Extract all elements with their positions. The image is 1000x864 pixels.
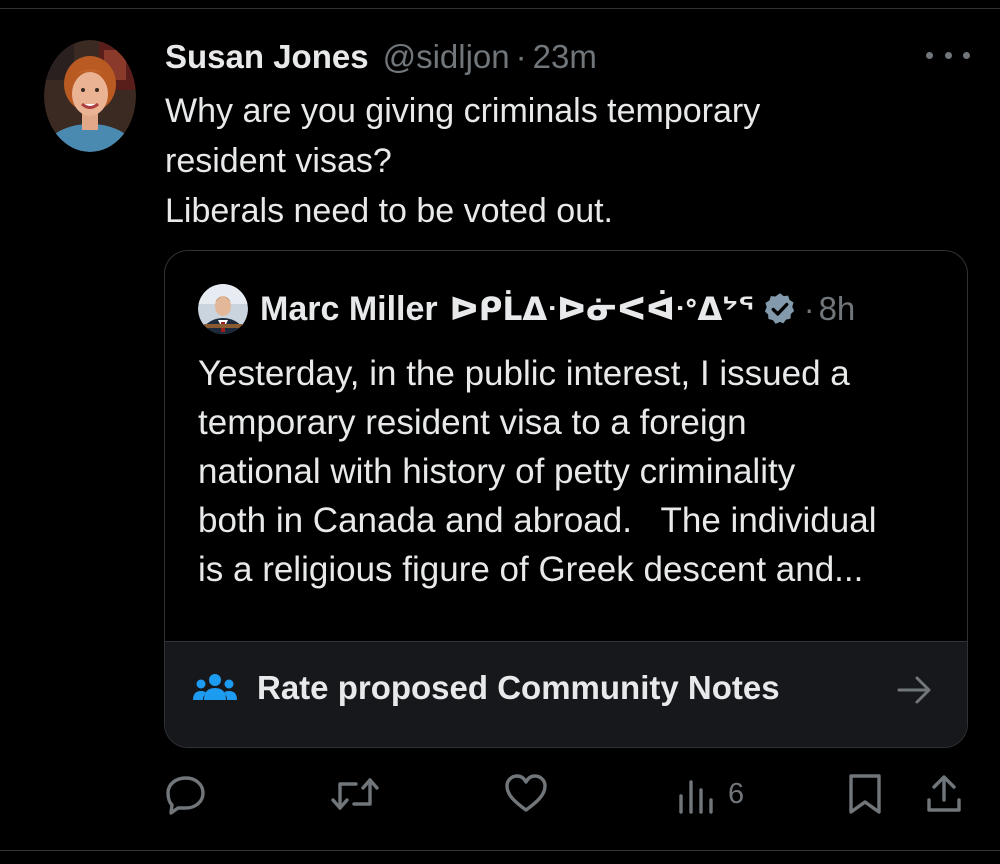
arrow-right-icon[interactable] xyxy=(895,672,935,708)
people-icon xyxy=(193,672,237,708)
community-notes-bar[interactable]: Rate proposed Community Notes xyxy=(165,641,967,747)
bookmark-button[interactable] xyxy=(846,768,884,820)
quoted-text-line: is a religious figure of Greek descent a… xyxy=(198,550,864,589)
views-button[interactable]: 6 xyxy=(676,768,744,820)
verified-badge-icon xyxy=(762,291,798,327)
author-avatar[interactable] xyxy=(44,40,136,152)
views-icon xyxy=(676,772,716,816)
quoted-author-name: Marc Miller xyxy=(260,289,438,328)
author-handle[interactable]: @sidljon xyxy=(383,38,510,76)
quoted-tweet-time: 8h xyxy=(818,290,856,327)
author-name[interactable]: Susan Jones xyxy=(165,38,369,76)
quoted-text-line: national with history of petty criminali… xyxy=(198,452,796,491)
more-options-icon[interactable] xyxy=(926,45,970,65)
bookmark-icon xyxy=(846,772,884,816)
tweet-text-line: resident visas? xyxy=(165,142,392,180)
quoted-text-line: Yesterday, in the public interest, I iss… xyxy=(198,354,850,393)
quoted-text-line: both in Canada and abroad. The individua… xyxy=(198,501,877,540)
tweet-actions-bar: 6 xyxy=(0,768,1000,820)
views-count: 6 xyxy=(728,777,745,810)
retweet-button[interactable] xyxy=(330,768,380,820)
quoted-author-name-syllabics: ᐅᑭᒫᐃᐧᐅᓃᐸᐋᐧᐤᐃᔾᕐ xyxy=(449,290,754,328)
tweet-text-line: Why are you giving criminals temporary xyxy=(165,92,761,130)
reply-icon xyxy=(164,772,208,816)
heart-icon xyxy=(503,772,549,816)
separator-dot: · xyxy=(515,38,527,75)
quoted-tweet-card[interactable]: Marc Miller ᐅᑭᒫᐃᐧᐅᓃᐸᐋᐧᐤᐃᔾᕐ · 8h Yesterda… xyxy=(164,250,968,748)
share-button[interactable] xyxy=(924,768,964,820)
community-notes-label[interactable]: Rate proposed Community Notes xyxy=(257,666,780,710)
quoted-tweet-text: Yesterday, in the public interest, I iss… xyxy=(198,349,958,594)
quoted-separator-dot: · xyxy=(803,290,815,327)
tweet-text: Why are you giving criminals temporary r… xyxy=(165,86,945,236)
tweet-time[interactable]: 23m xyxy=(533,38,597,76)
like-button[interactable] xyxy=(503,768,549,820)
share-icon xyxy=(924,772,964,816)
tweet-header: Susan Jones @sidljon · 23m xyxy=(165,37,597,77)
top-divider xyxy=(0,8,1000,9)
retweet-icon xyxy=(330,772,380,816)
quoted-author-avatar xyxy=(198,284,248,334)
bottom-divider xyxy=(0,850,1000,851)
tweet-text-line: Liberals need to be voted out. xyxy=(165,192,613,230)
reply-button[interactable] xyxy=(164,768,208,820)
quoted-text-line: temporary resident visa to a foreign xyxy=(198,403,747,442)
quoted-tweet-header: Marc Miller ᐅᑭᒫᐃᐧᐅᓃᐸᐋᐧᐤᐃᔾᕐ · 8h xyxy=(260,287,855,331)
